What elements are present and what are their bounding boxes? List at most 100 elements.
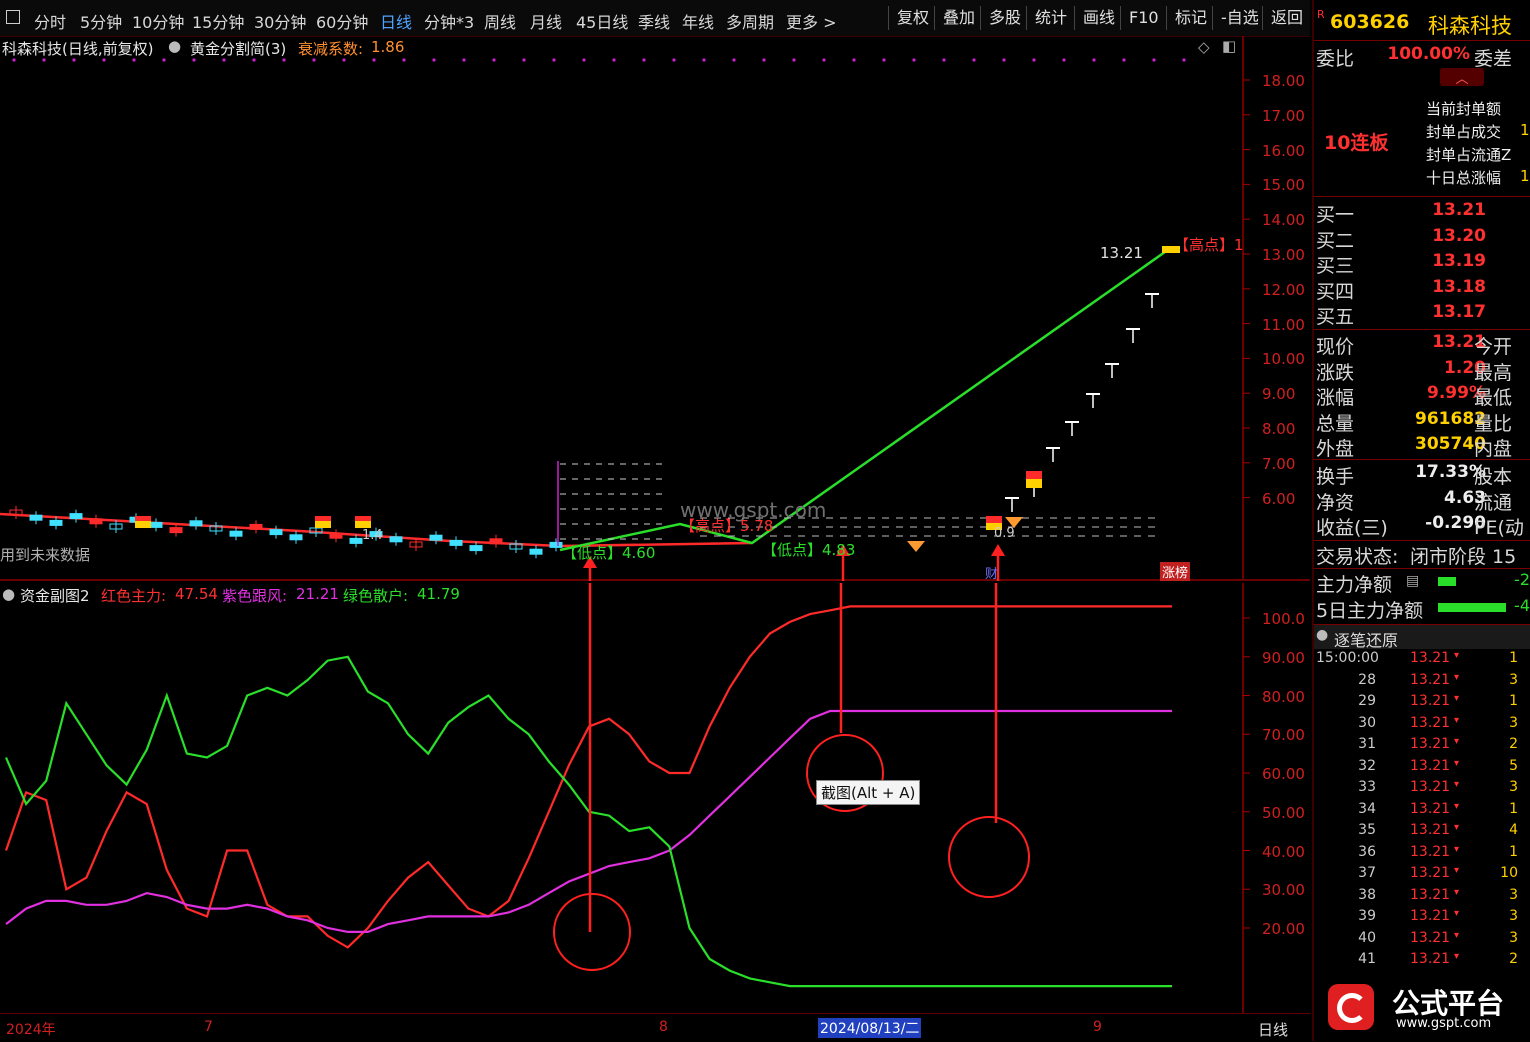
quote2-row-1: 净资 4.63 流通 xyxy=(1314,488,1530,514)
tick-volume-7: 1 xyxy=(1509,800,1518,817)
indicator-dropdown-icon[interactable]: ● xyxy=(168,37,181,55)
tab-period-7[interactable]: 分钟*3 xyxy=(424,9,474,33)
layout-square-icon[interactable] xyxy=(6,10,20,24)
bid-row-1: 买二 13.20 xyxy=(1314,226,1530,252)
panel-toggle-icon[interactable]: ◧ xyxy=(1222,37,1236,55)
tick-row-0: 15:00:00 13.21 ▾ 1 xyxy=(1314,650,1530,671)
tick-price-12: 13.21 xyxy=(1410,908,1451,924)
main-net-5d-value: -4 xyxy=(1514,596,1530,615)
bid-row-2: 买三 13.19 xyxy=(1314,251,1530,277)
tick-arrow-icon-14: ▾ xyxy=(1454,951,1460,962)
sub-tick-0: 100.0 xyxy=(1262,610,1305,628)
tick-time-5: 32 xyxy=(1358,757,1376,774)
toolbar-button-1[interactable]: 叠加 xyxy=(934,6,983,30)
bid-price-1: 13.20 xyxy=(1432,225,1486,246)
tab-period-11[interactable]: 季线 xyxy=(638,9,670,33)
tab-period-5[interactable]: 60分钟 xyxy=(316,9,368,33)
tick-row-4: 31 13.21 ▾ 2 xyxy=(1314,736,1530,757)
tick-header-label: 逐笔还原 xyxy=(1334,631,1399,650)
main-net-label: 主力净额 xyxy=(1316,574,1393,596)
indicator-name[interactable]: 黄金分割简(3) xyxy=(190,38,286,59)
tick-arrow-icon-7: ▾ xyxy=(1454,800,1460,812)
quote2-row-2: 收益(三) -0.290 PE(动 xyxy=(1314,513,1530,539)
tick-price-7: 13.21 xyxy=(1410,800,1451,817)
time-label-year: 2024年 xyxy=(6,1022,56,1038)
tick-volume-0: 1 xyxy=(1509,650,1518,666)
toolbar-button-2[interactable]: 多股 xyxy=(980,6,1029,30)
mid-high-label: 【高点】5.78 xyxy=(680,517,774,535)
tab-period-6[interactable]: 日线 xyxy=(380,9,412,33)
cross-highlight-0 xyxy=(553,893,631,971)
tick-price-11: 13.21 xyxy=(1410,886,1451,903)
bid-label-2: 买三 xyxy=(1316,255,1355,277)
quote2-label2-0: 股本 xyxy=(1474,466,1513,488)
time-cursor-date: 2024/08/13/二 xyxy=(818,1018,922,1038)
tick-price-1: 13.21 xyxy=(1410,671,1451,688)
toolbar-button-0[interactable]: 复权 xyxy=(888,6,937,30)
tick-collapse-icon[interactable]: ● xyxy=(1316,627,1328,643)
tick-volume-2: 1 xyxy=(1509,693,1518,709)
price-tick-7: 11.00 xyxy=(1262,315,1305,334)
toolbar-button-7[interactable]: -自选 xyxy=(1212,6,1267,30)
red-main-value: 47.54 xyxy=(175,585,218,603)
quote-label-0: 现价 xyxy=(1316,336,1355,358)
kline-canvas xyxy=(0,36,1310,581)
tab-period-8[interactable]: 周线 xyxy=(484,9,516,33)
bid-price-3: 13.18 xyxy=(1432,276,1486,297)
seal-side-3: 1 xyxy=(1520,167,1530,185)
coef-label: 衰减系数: xyxy=(298,40,364,58)
tab-period-10[interactable]: 45日线 xyxy=(576,9,628,33)
tick-arrow-icon-2: ▾ xyxy=(1454,693,1460,704)
tick-arrow-icon-3: ▾ xyxy=(1454,714,1460,726)
tick-time-4: 31 xyxy=(1358,736,1376,752)
kline-main-chart[interactable]: 科森科技(日线,前复权) ● 黄金分割简(3) 衰减系数: 1.86 ◇ ◧ 用… xyxy=(0,36,1310,582)
toolbar-button-3[interactable]: 统计 xyxy=(1026,6,1075,30)
quote2-label2-1: 流通 xyxy=(1474,491,1513,514)
main-net-value: -2 xyxy=(1514,570,1530,589)
bid-row-0: 买一 13.21 xyxy=(1314,200,1530,226)
tick-volume-1: 3 xyxy=(1509,671,1518,688)
list-icon[interactable]: ▤ xyxy=(1406,573,1419,589)
tick-price-4: 13.21 xyxy=(1410,736,1451,752)
red-main-label: 红色主力: xyxy=(101,587,167,605)
brand-g-icon xyxy=(1328,984,1374,1030)
toolbar-button-6[interactable]: 标记 xyxy=(1166,6,1215,30)
tick-time-14: 41 xyxy=(1358,951,1376,967)
subchart-dropdown-icon[interactable]: ● xyxy=(2,585,15,603)
small-label-1: 1.4 xyxy=(362,528,383,543)
bid-price-2: 13.19 xyxy=(1432,251,1486,271)
tick-arrow-icon-0: ▾ xyxy=(1454,650,1460,661)
seal-item-0: 当前封单额 xyxy=(1426,100,1502,118)
buy-tag: 财 xyxy=(985,567,999,582)
tab-period-2[interactable]: 10分钟 xyxy=(132,9,184,33)
tab-period-14[interactable]: 更多 > xyxy=(786,9,837,33)
subchart-indicator[interactable]: 资金副图2 xyxy=(20,585,90,606)
diamond-icon[interactable]: ◇ xyxy=(1198,38,1210,56)
tab-period-3[interactable]: 15分钟 xyxy=(192,9,244,33)
stock-code: 603626 xyxy=(1330,11,1410,33)
tick-arrow-icon-8: ▾ xyxy=(1454,822,1460,833)
tab-period-13[interactable]: 多周期 xyxy=(726,9,774,33)
tick-volume-14: 2 xyxy=(1509,951,1518,967)
tab-period-9[interactable]: 月线 xyxy=(530,9,562,33)
main-net-row: 主力净额 ▤ -2 xyxy=(1314,570,1530,596)
toolbar-button-5[interactable]: F10 xyxy=(1120,6,1167,30)
seal-item-2: 封单占流通Z xyxy=(1426,146,1512,164)
tick-time-0: 15:00:00 xyxy=(1316,650,1379,666)
collapse-chevron-icon[interactable]: ︿ xyxy=(1440,68,1484,87)
tab-period-12[interactable]: 年线 xyxy=(682,9,714,33)
tick-time-8: 35 xyxy=(1358,822,1376,838)
toolbar-button-4[interactable]: 画线 xyxy=(1074,6,1123,30)
tab-period-0[interactable]: 分时 xyxy=(34,9,66,33)
tab-period-1[interactable]: 5分钟 xyxy=(80,9,122,33)
toolbar-button-8[interactable]: 返回 xyxy=(1262,6,1311,30)
tick-header[interactable]: ● 逐笔还原 xyxy=(1314,625,1530,650)
tab-period-4[interactable]: 30分钟 xyxy=(254,9,306,33)
fund-flow-subchart[interactable]: ● 资金副图2 红色主力: 47.54 紫色跟风: 21.21 绿色散户: 41… xyxy=(0,583,1310,1013)
time-label-sep: 9 xyxy=(1093,1019,1102,1035)
main-net-5d-label: 5日主力净额 xyxy=(1316,600,1424,622)
tick-row-6: 33 13.21 ▾ 3 xyxy=(1314,779,1530,800)
quote-panel: R 603626 科森科技 委比 100.00% 委差 ︿ 10连板 当前封单额… xyxy=(1312,0,1530,1041)
tick-volume-13: 3 xyxy=(1509,929,1518,946)
tick-arrow-icon-4: ▾ xyxy=(1454,736,1460,747)
